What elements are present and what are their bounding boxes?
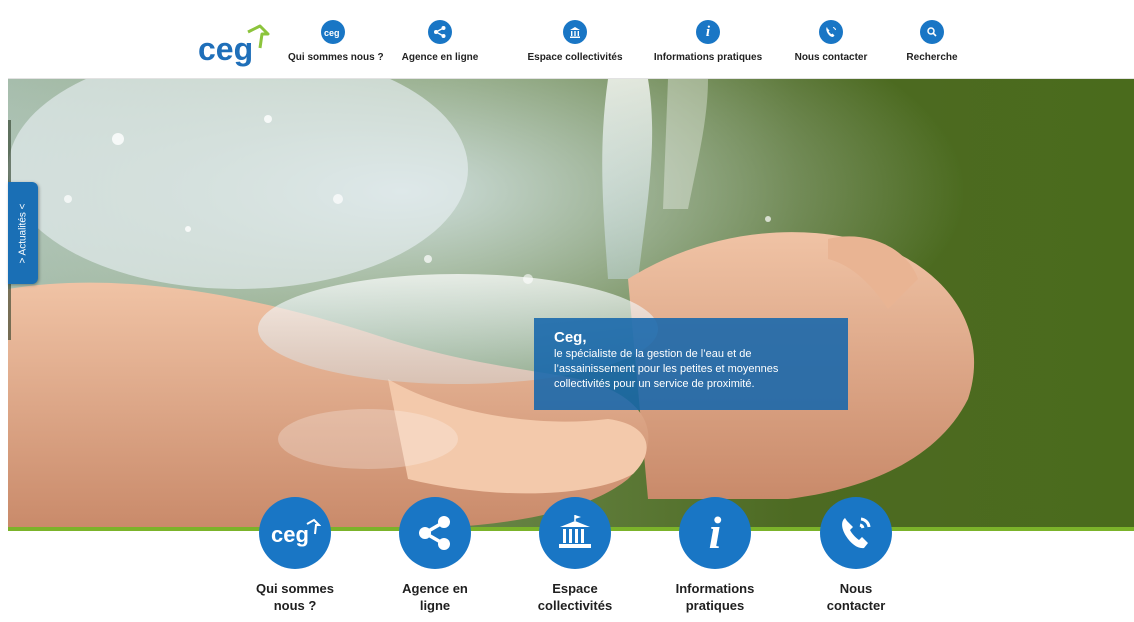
nav-espace-collectivites[interactable]: Espace collectivités xyxy=(523,20,627,76)
ceg-logo-icon: ceg xyxy=(259,497,331,569)
svg-text:ceg: ceg xyxy=(324,28,340,38)
hero-caption-title: Ceg, xyxy=(554,329,587,346)
search-icon xyxy=(920,20,944,44)
quick-link-label: Qui sommes nous ? xyxy=(255,581,335,613)
nav-label: Recherche xyxy=(906,52,958,63)
nav-label: Qui sommes nous ? xyxy=(288,52,384,63)
nav-informations-pratiques[interactable]: i Informations pratiques xyxy=(648,20,768,76)
town-hall-icon xyxy=(539,497,611,569)
phone-icon xyxy=(819,20,843,44)
hero-image xyxy=(8,79,1134,529)
nav-nous-contacter[interactable]: Nous contacter xyxy=(788,20,874,76)
quick-link-label: Nous contacter xyxy=(826,581,886,613)
hero-banner xyxy=(8,79,1134,529)
quick-link-espace-collectivites[interactable]: Espace collectivités xyxy=(515,497,635,614)
nav-label: Espace collectivités xyxy=(527,52,623,63)
info-icon: i xyxy=(679,497,751,569)
nav-recherche[interactable]: Recherche xyxy=(894,20,970,76)
nav-label: Nous contacter xyxy=(794,52,868,63)
nav-agence-en-ligne[interactable]: Agence en ligne xyxy=(400,20,480,76)
hero-caption: Ceg, le spécialiste de la gestion de l’e… xyxy=(534,318,848,410)
nav-qui-sommes-nous[interactable]: ceg Qui sommes nous ? xyxy=(288,20,384,76)
hero-caption-text: le spécialiste de la gestion de l’eau et… xyxy=(554,348,779,390)
quick-link-qui-sommes-nous[interactable]: ceg Qui sommes nous ? xyxy=(235,497,355,614)
ceg-logo-icon: ceg xyxy=(321,20,345,44)
quick-link-agence-en-ligne[interactable]: Agence en ligne xyxy=(375,497,495,614)
quick-link-nous-contacter[interactable]: Nous contacter xyxy=(796,497,916,614)
phone-icon xyxy=(820,497,892,569)
share-icon xyxy=(428,20,452,44)
ceg-logo[interactable]: ceg xyxy=(196,22,274,68)
info-icon: i xyxy=(696,20,720,44)
site-header: ceg ceg Qui sommes nous ? Agence en lign… xyxy=(8,8,1134,79)
quick-link-label: Espace collectivités xyxy=(537,581,613,613)
nav-label: Informations pratiques xyxy=(653,52,763,63)
share-icon xyxy=(399,497,471,569)
svg-text:ceg: ceg xyxy=(198,31,253,67)
nav-label: Agence en ligne xyxy=(401,52,479,63)
actualites-tab[interactable]: > Actualités < xyxy=(8,182,38,284)
quick-link-label: Informations pratiques xyxy=(675,581,755,613)
svg-text:ceg: ceg xyxy=(271,522,309,547)
quick-link-label: Agence en ligne xyxy=(402,581,468,613)
actualites-tab-label: > Actualités < xyxy=(17,202,29,264)
town-hall-icon xyxy=(563,20,587,44)
quick-link-informations-pratiques[interactable]: i Informations pratiques xyxy=(655,497,775,614)
